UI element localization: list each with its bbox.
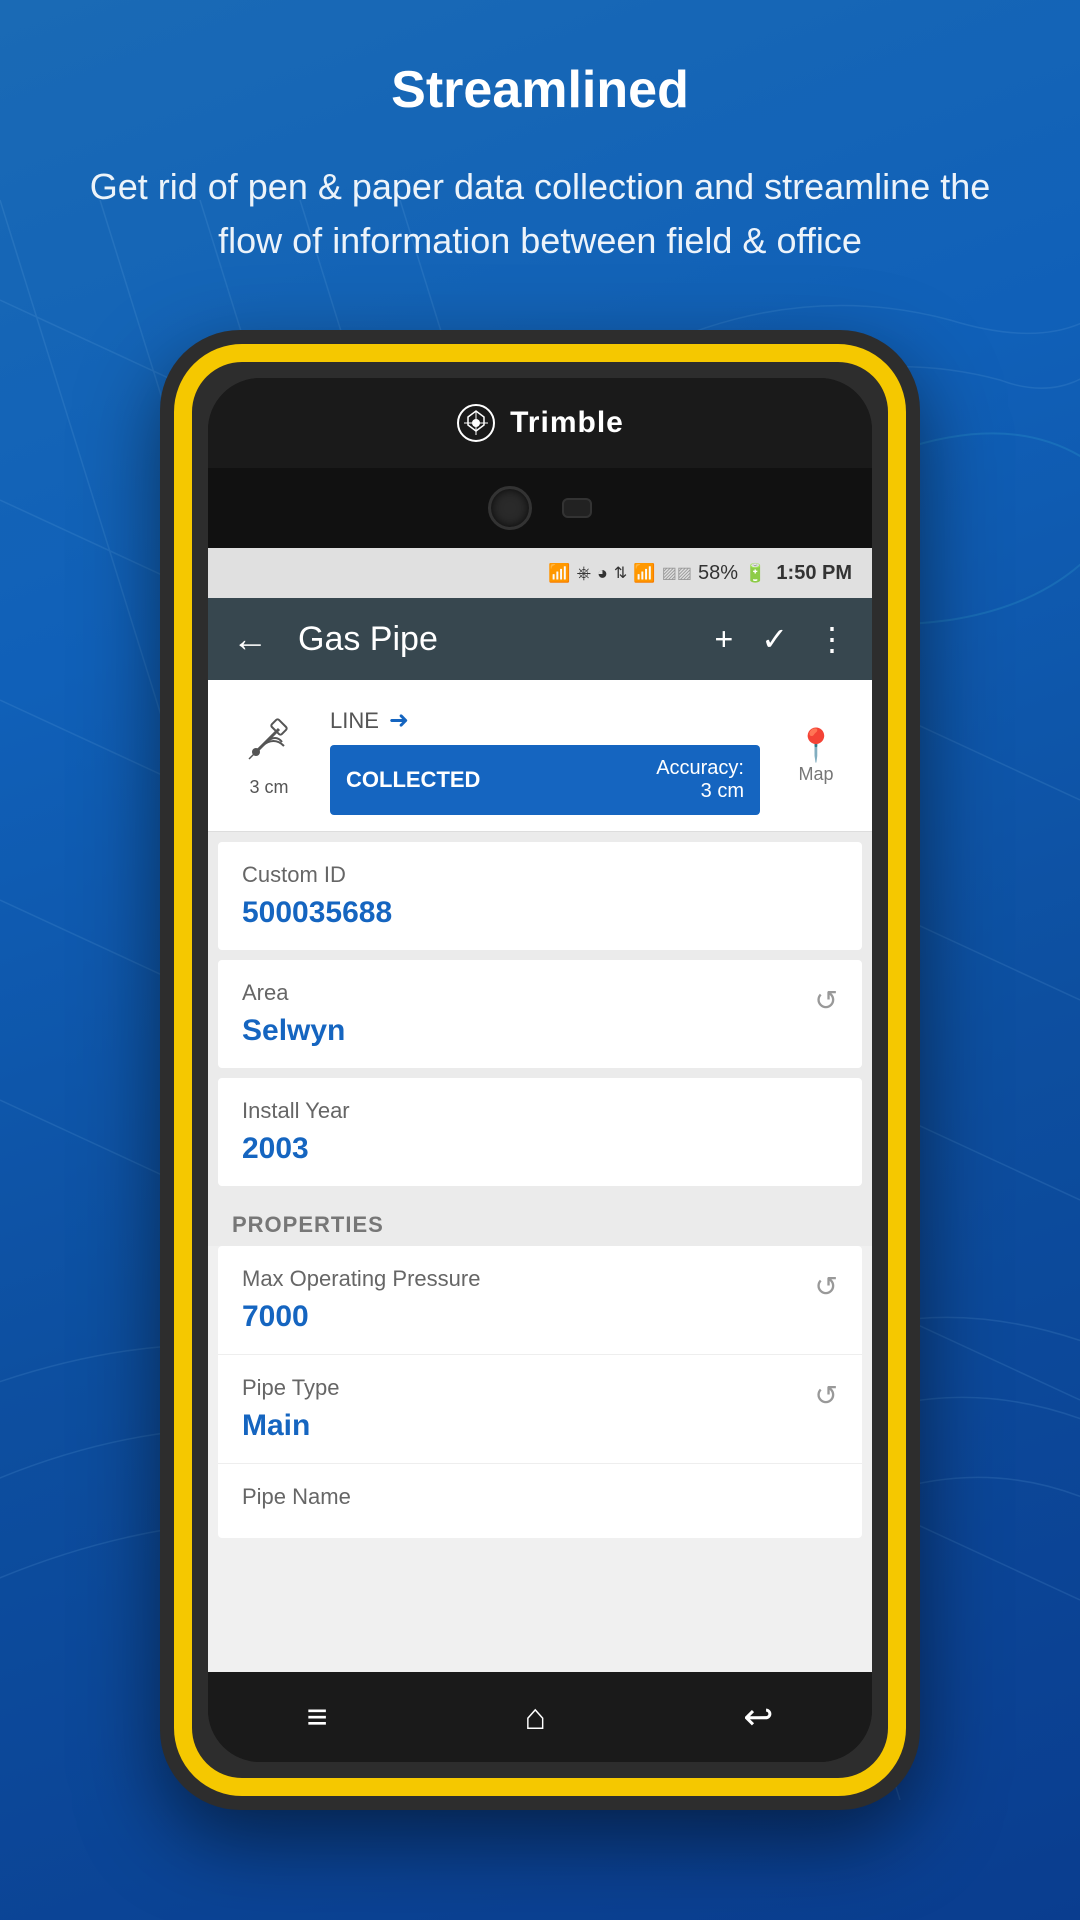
pipe-type-label: Pipe Type <box>242 1375 339 1401</box>
status-time: 1:50 PM <box>776 562 852 585</box>
page-title: Streamlined <box>60 60 1020 120</box>
app-header: ← Gas Pipe + ✓ ⋮ <box>208 598 872 680</box>
max-pressure-field[interactable]: Max Operating Pressure 7000 ↺ <box>218 1246 862 1355</box>
accuracy-display: Accuracy: 3 cm <box>656 757 744 803</box>
gps-middle: LINE ➜ COLLECTED Accuracy: 3 cm <box>330 696 760 815</box>
battery-percent: 58% <box>698 562 738 585</box>
status-icons: 📶 ⎈ ◕ ⇅ 📶 ▨▨ 58% 🔋 1:50 PM <box>548 562 852 585</box>
max-pressure-content: Max Operating Pressure 7000 <box>242 1266 480 1334</box>
gps-status-icon: ◕ <box>597 563 608 584</box>
gps-bar: 3 cm LINE ➜ COLLECTED Accuracy: 3 cm <box>208 680 872 832</box>
install-year-value: 2003 <box>242 1132 838 1166</box>
device-outer: Trimble 📶 ⎈ ◕ ⇅ 📶 <box>160 330 920 1810</box>
max-pressure-header: Max Operating Pressure 7000 ↺ <box>242 1266 838 1334</box>
camera-area <box>208 468 872 548</box>
top-text-section: Streamlined Get rid of pen & paper data … <box>0 60 1080 268</box>
pressure-link-icon: ↺ <box>815 1270 838 1303</box>
battery-icon: 🔋 <box>744 563 766 584</box>
add-button[interactable]: + <box>715 621 734 658</box>
menu-nav-button[interactable]: ≡ <box>307 1696 328 1738</box>
camera-sensor <box>562 498 592 518</box>
install-year-field[interactable]: Install Year 2003 <box>218 1078 862 1186</box>
gps-accuracy-label: 3 cm <box>249 777 288 798</box>
pipe-type-field[interactable]: Pipe Type Main ↺ <box>218 1355 862 1464</box>
status-bar: 📶 ⎈ ◕ ⇅ 📶 ▨▨ 58% 🔋 1:50 PM <box>208 548 872 598</box>
properties-section-header: PROPERTIES <box>208 1196 872 1246</box>
area-link-icon: ↺ <box>815 984 838 1017</box>
camera-lens <box>488 486 532 530</box>
trimble-icon <box>456 403 496 443</box>
home-nav-button[interactable]: ⌂ <box>525 1696 547 1738</box>
confirm-button[interactable]: ✓ <box>761 620 788 658</box>
map-label: Map <box>798 764 833 785</box>
more-button[interactable]: ⋮ <box>816 620 848 658</box>
max-pressure-value: 7000 <box>242 1300 480 1334</box>
line-label-row: LINE ➜ <box>330 696 760 745</box>
pipe-type-content: Pipe Type Main <box>242 1375 339 1443</box>
phone-screen: 📶 ⎈ ◕ ⇅ 📶 ▨▨ 58% 🔋 1:50 PM <box>208 548 872 1672</box>
pipe-name-field[interactable]: Pipe Name <box>218 1464 862 1538</box>
custom-id-field[interactable]: Custom ID 500035688 <box>218 842 862 950</box>
header-title: Gas Pipe <box>298 620 695 659</box>
collected-bar: COLLECTED Accuracy: 3 cm <box>330 745 760 815</box>
bluetooth-icon: 📶 <box>548 563 570 584</box>
pipe-type-link-icon: ↺ <box>815 1379 838 1412</box>
data-transfer-icon: ⇅ <box>614 563 627 583</box>
area-value: Selwyn <box>242 1014 345 1048</box>
custom-id-label: Custom ID <box>242 862 838 888</box>
page-subtitle: Get rid of pen & paper data collection a… <box>60 160 1020 268</box>
device-inner: Trimble 📶 ⎈ ◕ ⇅ 📶 <box>208 378 872 1762</box>
header-actions: + ✓ ⋮ <box>715 620 849 658</box>
trimble-logo: Trimble <box>456 403 624 443</box>
line-arrow-icon: ➜ <box>389 706 409 735</box>
back-button[interactable]: ← <box>232 618 268 660</box>
area-field[interactable]: Area Selwyn ↺ <box>218 960 862 1068</box>
bottom-nav: ≡ ⌂ ↩ <box>208 1672 872 1762</box>
area-label: Area <box>242 980 345 1006</box>
collected-status: COLLECTED <box>346 767 480 793</box>
line-type-label: LINE <box>330 708 379 734</box>
install-year-label: Install Year <box>242 1098 838 1124</box>
area-field-header: Area Selwyn ↺ <box>242 980 838 1048</box>
wifi-icon: 📶 <box>633 563 655 584</box>
back-nav-button[interactable]: ↩ <box>743 1696 773 1738</box>
max-pressure-label: Max Operating Pressure <box>242 1266 480 1292</box>
trimble-bar: Trimble <box>208 378 872 468</box>
bluetooth-symbol: ⎈ <box>577 563 591 584</box>
gps-right[interactable]: 📍 Map <box>776 696 856 815</box>
pipe-name-label: Pipe Name <box>242 1484 838 1510</box>
pipe-type-header: Pipe Type Main ↺ <box>242 1375 838 1443</box>
gps-left: 3 cm <box>224 696 314 815</box>
pipe-type-value: Main <box>242 1409 339 1443</box>
map-pin-icon: 📍 <box>796 726 836 764</box>
properties-section: Max Operating Pressure 7000 ↺ Pipe Type … <box>218 1246 862 1538</box>
form-content: Custom ID 500035688 Area Selwyn ↺ In <box>208 832 872 1196</box>
brand-name: Trimble <box>510 406 624 440</box>
signal-icon: ▨▨ <box>662 563 692 583</box>
gps-satellite-icon <box>244 714 294 769</box>
custom-id-value: 500035688 <box>242 896 838 930</box>
area-field-content: Area Selwyn <box>242 980 345 1048</box>
properties-title: PROPERTIES <box>232 1212 384 1237</box>
